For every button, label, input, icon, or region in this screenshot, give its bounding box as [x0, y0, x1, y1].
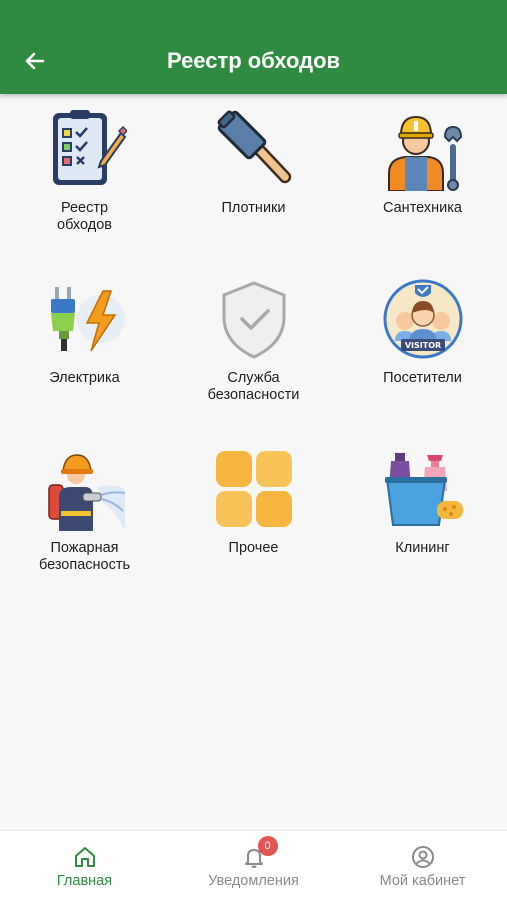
nav-label: Главная: [56, 873, 113, 889]
tile-klining[interactable]: Клининг: [338, 440, 507, 600]
home-icon: [74, 847, 95, 867]
tile-pozharnaya-bezopasnost[interactable]: Пожарная безопасность: [0, 440, 169, 600]
four-squares-icon: [211, 446, 297, 532]
bottom-navigation: Главная 0 Уведомления Мой кабинет: [0, 830, 507, 900]
nav-item-home[interactable]: Главная: [0, 831, 169, 900]
user-circle-icon: [411, 846, 434, 868]
tile-plotniki[interactable]: Плотники: [169, 100, 338, 260]
nav-item-profile[interactable]: Мой кабинет: [338, 831, 507, 900]
nav-label: Мой кабинет: [379, 873, 466, 889]
tile-label: Служба безопасности: [207, 370, 300, 403]
nav-label: Уведомления: [208, 873, 299, 889]
tile-reestr-obkhodov[interactable]: Реестр обходов: [0, 100, 169, 260]
tile-label: Плотники: [221, 200, 286, 216]
svg-text:VISITOR: VISITOR: [404, 341, 440, 350]
app-bar: Реестр обходов: [0, 0, 507, 94]
tile-label: Клининг: [395, 540, 450, 556]
tile-label: Посетители: [383, 370, 462, 386]
firefighter-hose-icon: [42, 446, 128, 532]
tile-prochee[interactable]: Прочее: [169, 440, 338, 600]
page-title: Реестр обходов: [166, 48, 341, 73]
tile-label: Прочее: [228, 540, 279, 556]
tile-sluzhba-bezopasnosti[interactable]: Служба безопасности: [169, 270, 338, 430]
notification-badge: 0: [257, 836, 278, 856]
shield-check-icon: [211, 276, 297, 362]
tile-label: Пожарная безопасность: [38, 540, 131, 573]
hammer-icon: [211, 106, 297, 192]
tile-santekhnika[interactable]: Сантехника: [338, 100, 507, 260]
checklist-clipboard-icon: [42, 106, 128, 192]
tile-label: Реестр обходов: [57, 200, 112, 233]
nav-item-notifications[interactable]: 0 Уведомления: [169, 831, 338, 900]
visitor-group-icon: VISITOR: [380, 276, 466, 362]
cleaning-bucket-icon: [380, 446, 466, 532]
plumber-wrench-icon: [380, 106, 466, 192]
plug-lightning-icon: [42, 276, 128, 362]
tile-label: Электрика: [49, 370, 120, 386]
tile-elektrika[interactable]: Электрика: [0, 270, 169, 430]
tile-label: Сантехника: [382, 200, 462, 216]
tile-posetiteli[interactable]: VISITOR Посетители: [338, 270, 507, 430]
